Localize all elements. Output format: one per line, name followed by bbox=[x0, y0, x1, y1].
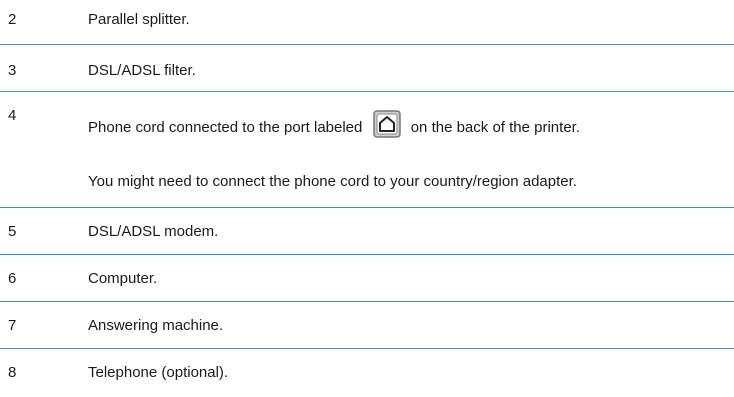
row-description: Answering machine. bbox=[88, 317, 224, 334]
row-number: 6 bbox=[8, 270, 17, 287]
row-description: DSL/ADSL modem. bbox=[88, 223, 219, 240]
row-number: 3 bbox=[8, 62, 17, 79]
phone-port-icon bbox=[372, 110, 401, 138]
row-description: Phone cord connected to the port labeled… bbox=[88, 110, 580, 139]
table-row: 3 DSL/ADSL filter. bbox=[0, 45, 734, 92]
table-row: 2 Parallel splitter. bbox=[0, 0, 734, 45]
table-row: 6 Computer. bbox=[0, 255, 734, 302]
row-description: Parallel splitter. bbox=[88, 11, 190, 28]
row-description: Telephone (optional). bbox=[88, 364, 229, 381]
row-number: 5 bbox=[8, 223, 17, 240]
row-number: 7 bbox=[8, 317, 17, 334]
row-number: 8 bbox=[8, 364, 17, 381]
row-description: Computer. bbox=[88, 270, 158, 287]
row-number: 2 bbox=[8, 11, 17, 28]
table-row: 8 Telephone (optional). bbox=[0, 349, 734, 397]
description-text-after-icon: on the back of the printer. bbox=[410, 118, 580, 136]
row-note: You might need to connect the phone cord… bbox=[88, 173, 577, 190]
row-number: 4 bbox=[8, 107, 17, 124]
description-text-before-icon: Phone cord connected to the port labeled bbox=[88, 118, 363, 136]
row-description: DSL/ADSL filter. bbox=[88, 62, 196, 79]
legend-table: 2 Parallel splitter. 3 DSL/ADSL filter. … bbox=[0, 0, 734, 397]
table-row: 4 Phone cord connected to the port label… bbox=[0, 92, 734, 208]
table-row: 7 Answering machine. bbox=[0, 302, 734, 349]
table-row: 5 DSL/ADSL modem. bbox=[0, 208, 734, 255]
